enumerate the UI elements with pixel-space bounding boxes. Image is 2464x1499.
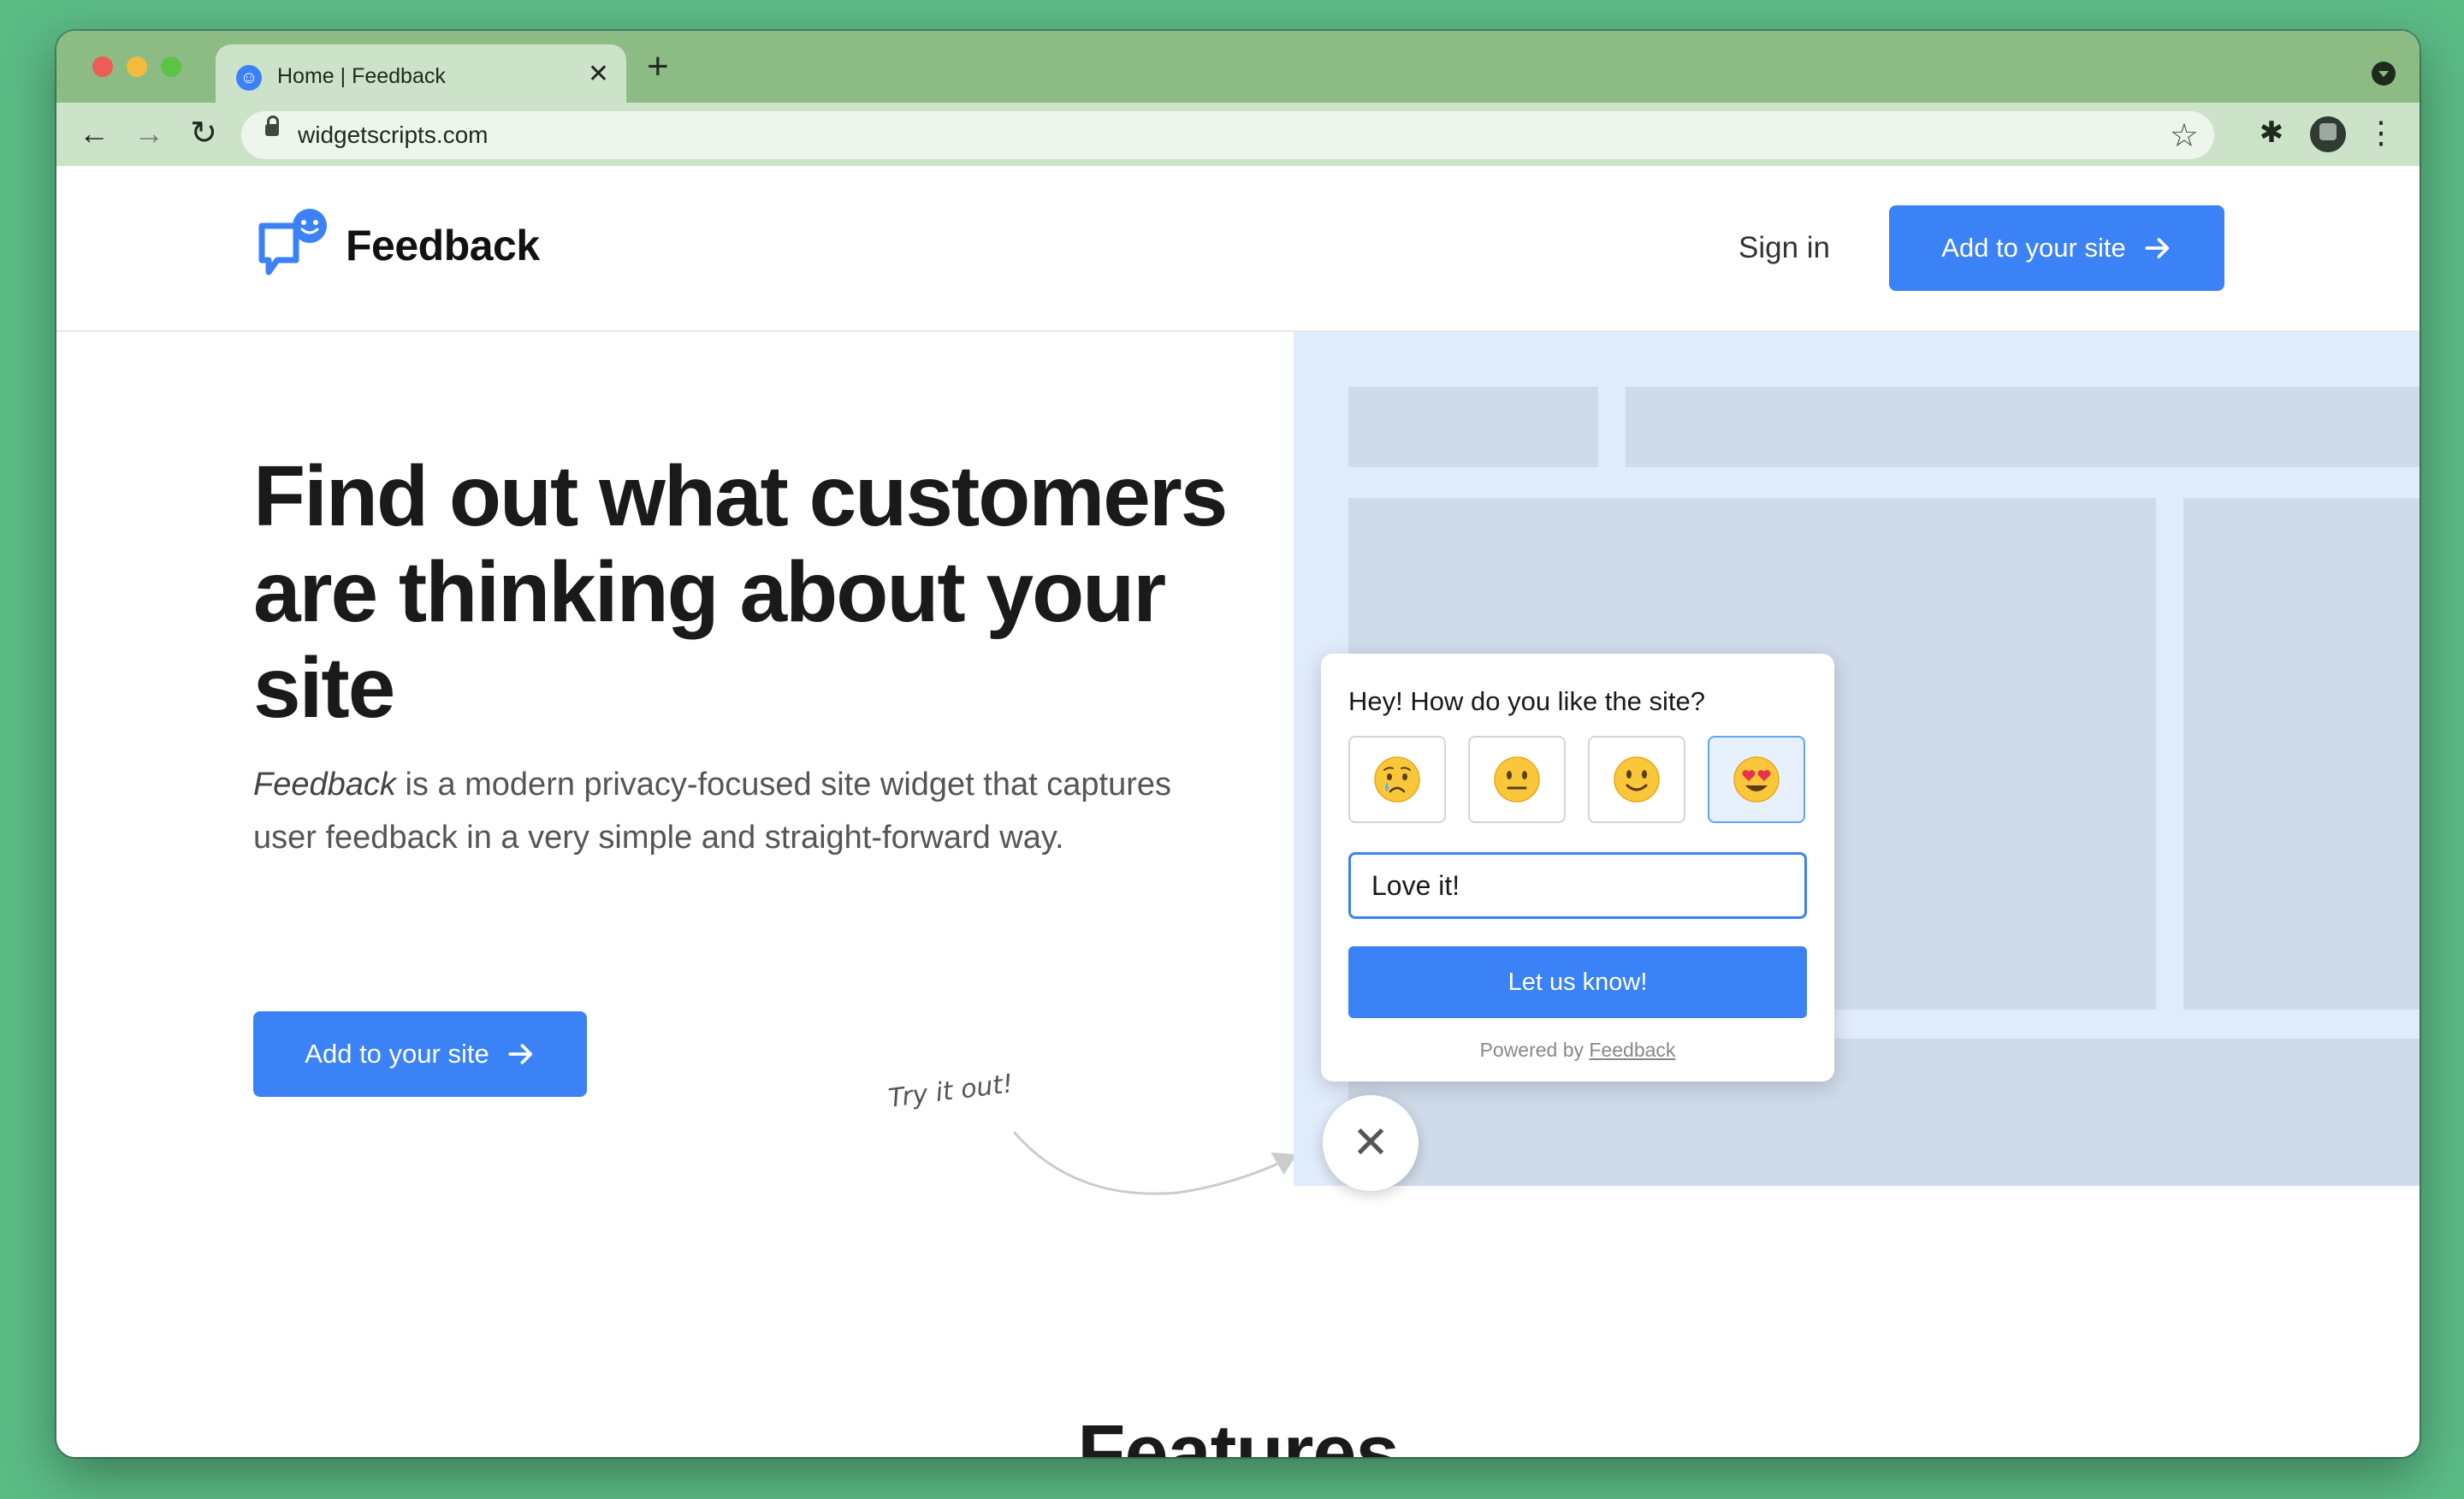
browser-tab-active[interactable]: ☺ Home | Feedback ✕ [216,44,626,103]
sign-in-link[interactable]: Sign in [1738,231,1830,265]
add-to-site-hero-button[interactable]: Add to your site [253,1011,587,1097]
tab-strip: ☺ Home | Feedback ✕ + [56,31,2420,103]
features-heading: Features [1077,1409,1400,1457]
mock-nav-block [1626,387,2420,467]
powered-by-feedback-link[interactable]: Feedback [1589,1039,1675,1061]
hero-description: Feedback is a modern privacy-focused sit… [253,758,1220,864]
reload-icon[interactable]: ↻ [183,113,224,154]
widget-question: Hey! How do you like the site? [1348,686,1705,716]
new-tab-button[interactable]: + [647,48,669,86]
forward-arrow-icon[interactable]: → [128,113,169,154]
add-to-site-header-button[interactable]: Add to your site [1889,205,2224,291]
mock-sidebar-block [2183,498,2420,1010]
slightly-smiling-face-icon [1614,756,1660,803]
widget-close-button[interactable]: ✕ [1323,1095,1419,1191]
bookmark-star-icon[interactable]: ☆ [2170,116,2199,155]
arrow-right-icon [508,1044,532,1064]
profile-avatar[interactable] [2308,115,2348,154]
close-window-button[interactable] [92,56,113,77]
feedback-comment-input[interactable]: Love it! [1348,852,1807,919]
maximize-window-button[interactable] [161,56,181,77]
minimize-window-button[interactable] [127,56,147,77]
close-icon: ✕ [1352,1118,1389,1168]
arrow-right-icon [2145,238,2169,258]
browser-window: ☺ Home | Feedback ✕ + ← → ↻ widgetscript… [56,31,2420,1457]
crying-face-icon [1374,756,1420,803]
powered-by: Powered by Feedback [1321,1039,1834,1062]
tab-search-icon[interactable] [2372,62,2396,86]
site-header: Feedback Sign in Add to your site [56,166,2420,332]
heart-eyes-face-icon [1733,756,1780,803]
logo-text[interactable]: Feedback [346,221,540,270]
extensions-puzzle-icon[interactable]: ✱ [2252,113,2291,152]
back-arrow-icon[interactable]: ← [74,113,115,154]
curved-arrow-icon [1013,1131,1296,1195]
reaction-love-button[interactable] [1708,736,1805,823]
reaction-crying-button[interactable] [1348,736,1446,823]
url-text[interactable]: widgetscripts.com [298,121,489,149]
add-to-site-hero-label: Add to your site [305,1039,489,1069]
let-us-know-label: Let us know! [1507,968,1648,996]
feedback-logo-icon[interactable] [257,207,332,282]
hero-title: Find out what customers are thinking abo… [253,448,1228,736]
neutral-face-icon [1494,756,1540,803]
tab-close-icon[interactable]: ✕ [588,60,609,89]
address-bar[interactable]: widgetscripts.com ☆ [241,111,2214,159]
feedback-widget: Hey! How do you like the site? Love it! … [1321,654,1834,1081]
lock-icon[interactable] [265,116,279,136]
let-us-know-button[interactable]: Let us know! [1348,946,1807,1018]
mock-logo-block [1348,387,1598,467]
tab-title: Home | Feedback [277,64,446,88]
hero-description-brand: Feedback [253,767,396,803]
browser-menu-icon[interactable]: ⋮ [2361,113,2401,152]
add-to-site-header-label: Add to your site [1941,233,2126,263]
favicon-icon: ☺ [236,65,262,91]
web-page: Feedback Sign in Add to your site Find o… [56,166,2420,1457]
reaction-neutral-button[interactable] [1468,736,1566,823]
reaction-smile-button[interactable] [1588,736,1685,823]
powered-by-prefix: Powered by [1479,1039,1590,1061]
browser-toolbar: ← → ↻ widgetscripts.com ☆ [56,103,2420,168]
